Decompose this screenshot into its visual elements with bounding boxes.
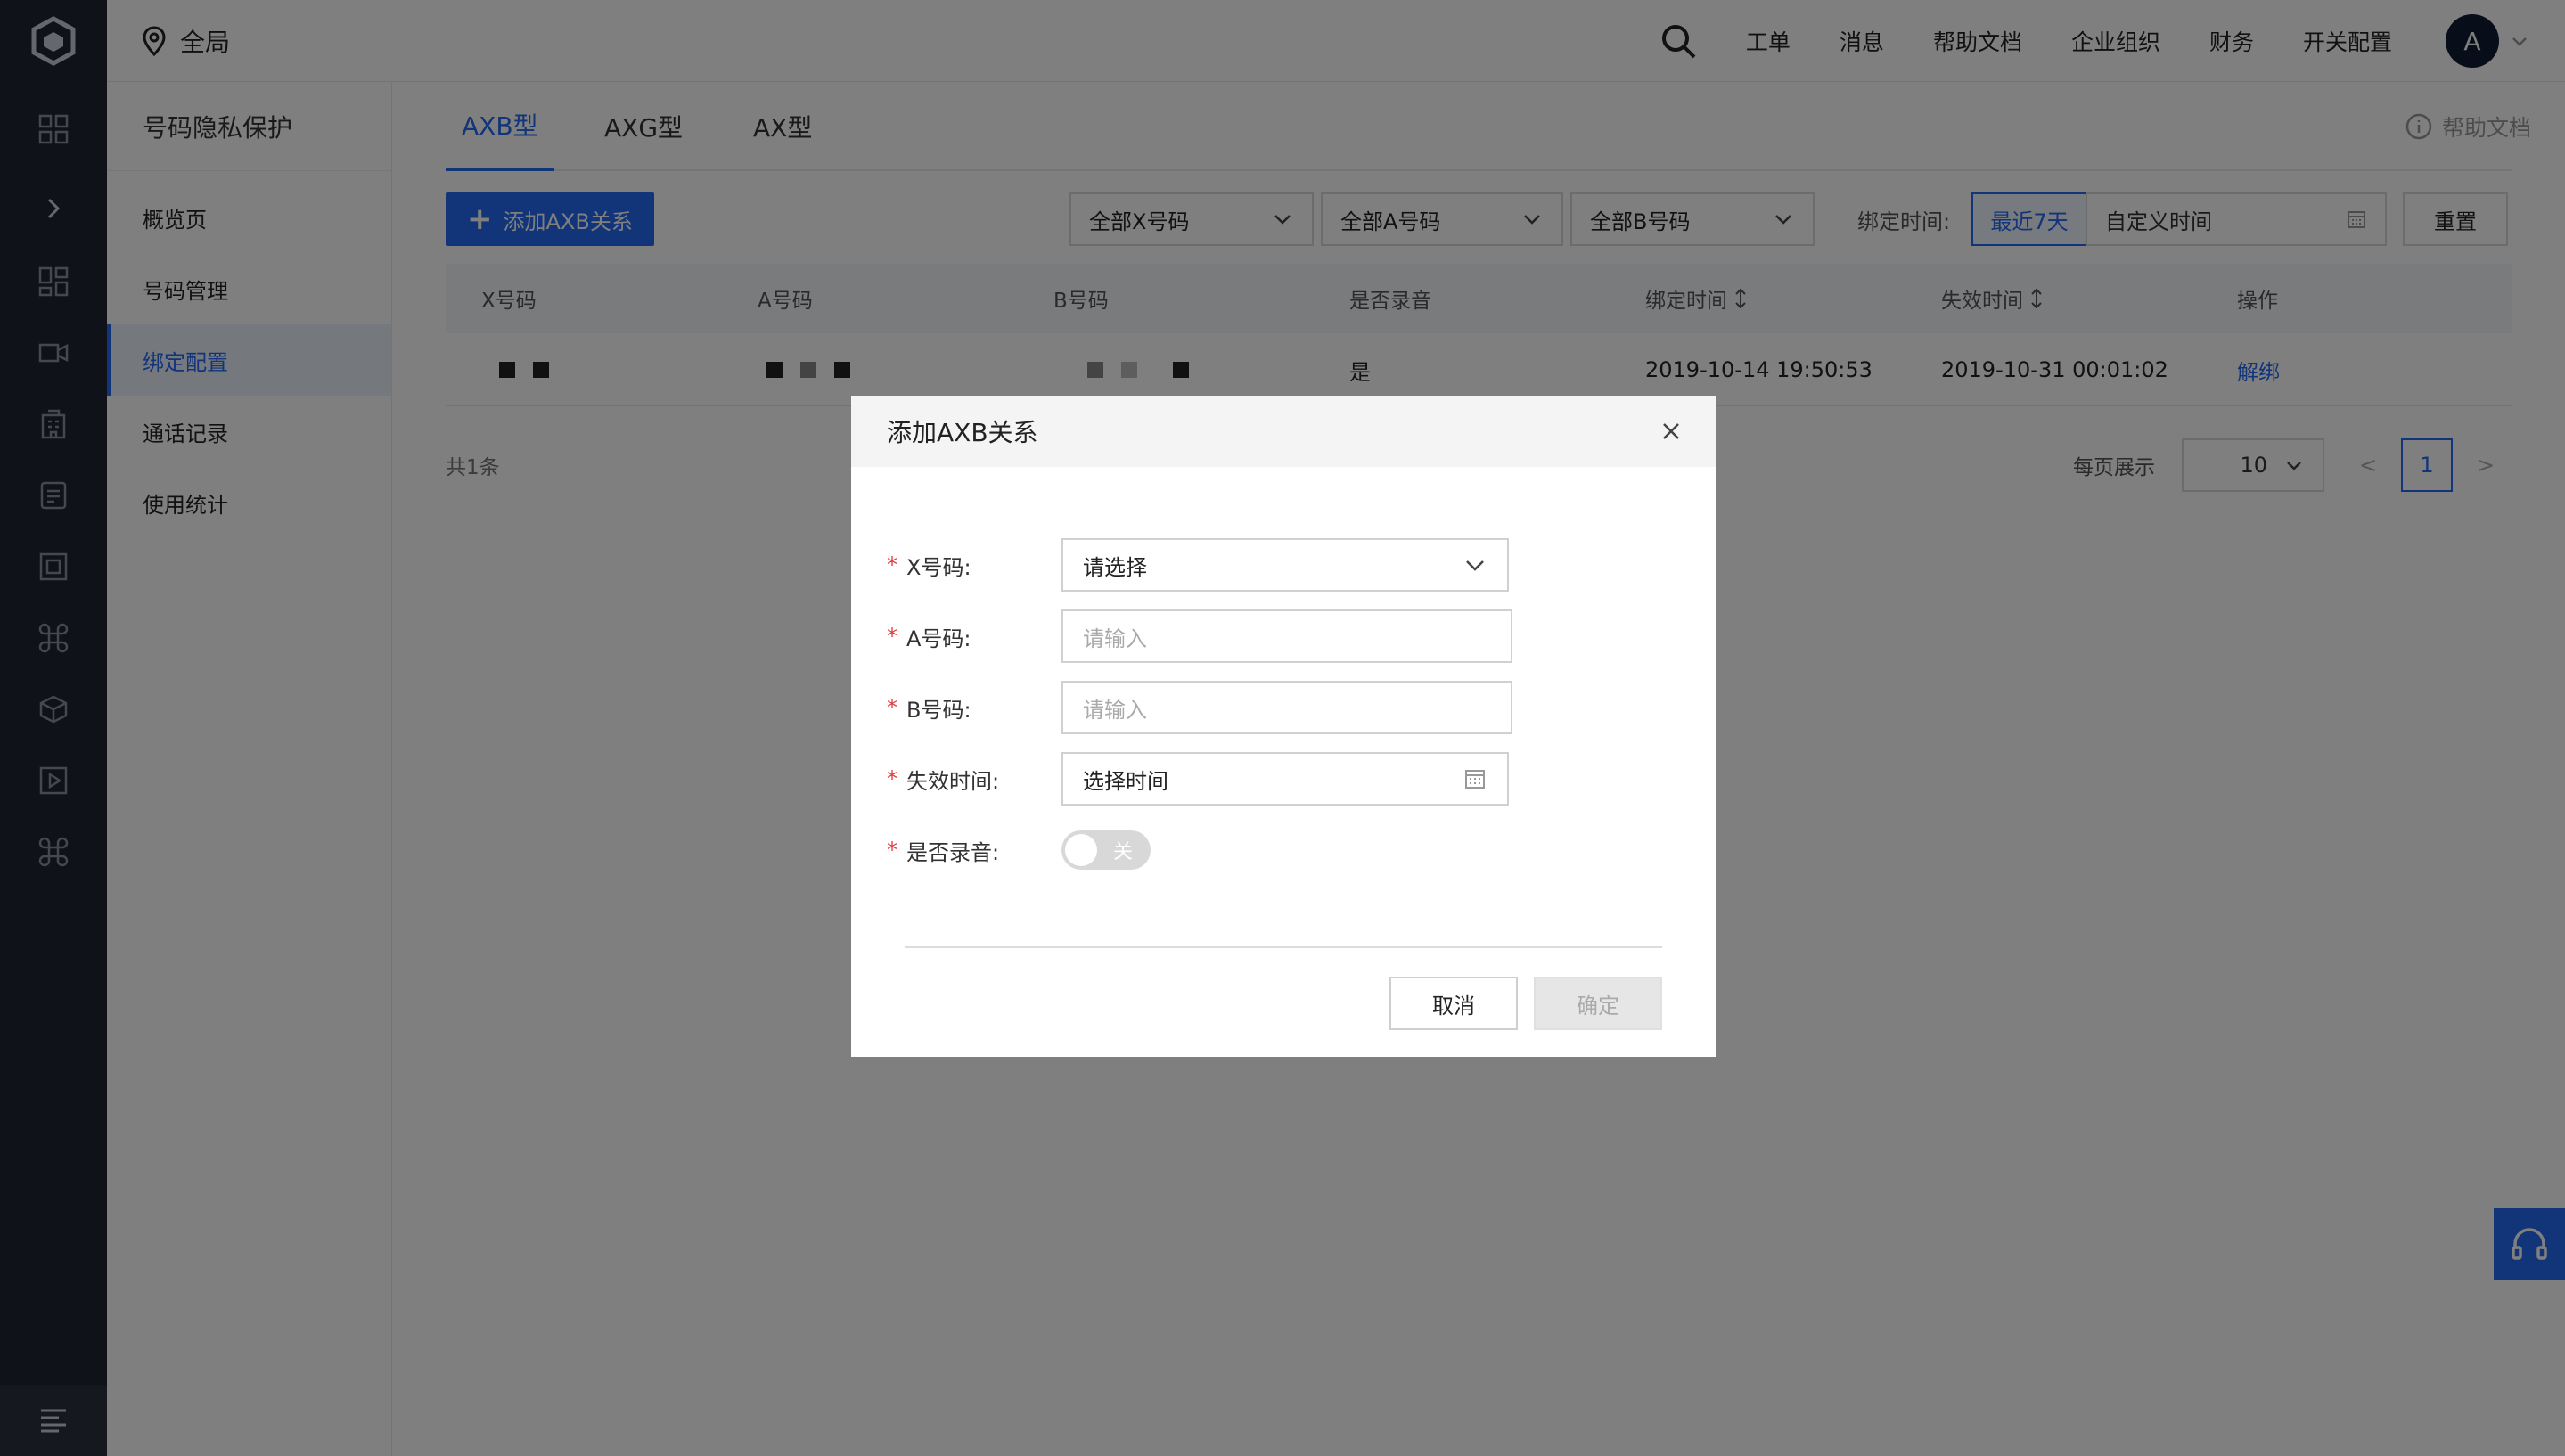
a-number-label: A号码: (906, 626, 971, 651)
form-row-a-number: * A号码: 请输入 (887, 609, 1680, 663)
switch-knob (1065, 834, 1097, 866)
dialog-header: 添加AXB关系 (851, 396, 1716, 467)
chevron-down-icon (1466, 560, 1484, 571)
form-row-expire-time: * 失效时间: 选择时间 (887, 752, 1680, 806)
x-number-label: X号码: (906, 554, 971, 580)
expire-time-value: 选择时间 (1083, 768, 1168, 794)
x-number-value: 请选择 (1083, 554, 1147, 580)
dialog-title: 添加AXB关系 (887, 418, 1038, 447)
required-mark: * (887, 695, 897, 720)
form-row-b-number: * B号码: 请输入 (887, 681, 1680, 734)
form-row-x-number: * X号码: 请选择 (887, 538, 1680, 592)
x-number-select[interactable]: 请选择 (1061, 538, 1509, 592)
expire-time-picker[interactable]: 选择时间 (1061, 752, 1509, 806)
expire-time-label: 失效时间: (906, 768, 1000, 794)
b-number-input[interactable]: 请输入 (1061, 681, 1512, 734)
add-axb-dialog: 添加AXB关系 * X号码: 请选择 * A号码: 请输入 * B号码: 请输入 * 失… (851, 396, 1716, 1057)
required-mark: * (887, 624, 897, 649)
recording-switch[interactable]: 关 (1061, 830, 1151, 870)
a-number-input[interactable]: 请输入 (1061, 609, 1512, 663)
b-number-label: B号码: (906, 697, 971, 723)
confirm-button[interactable]: 确定 (1534, 977, 1662, 1030)
required-mark: * (887, 552, 897, 577)
calendar-icon (1465, 770, 1485, 789)
cancel-button[interactable]: 取消 (1389, 977, 1518, 1030)
required-mark: * (887, 766, 897, 791)
form-row-recording: * 是否录音: 关 (887, 823, 1680, 877)
close-icon[interactable] (1659, 419, 1684, 444)
dialog-divider (905, 946, 1662, 948)
recording-label: 是否录音: (906, 839, 1000, 865)
required-mark: * (887, 838, 897, 863)
switch-state-label: 关 (1112, 841, 1133, 863)
